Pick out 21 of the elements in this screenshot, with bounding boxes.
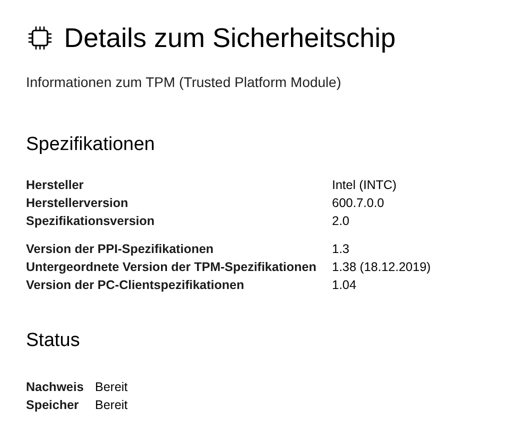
section-heading: Spezifikationen bbox=[26, 134, 156, 156]
spec-label: Herstellerversion bbox=[26, 195, 130, 212]
spec-value: 2.0 bbox=[332, 213, 350, 230]
spec-label: Spezifikationsversion bbox=[26, 213, 156, 230]
chip-icon bbox=[28, 26, 52, 50]
spec-value: 600.7.0.0 bbox=[332, 195, 386, 212]
status-value: Bereit bbox=[95, 379, 129, 396]
spec-label: Hersteller bbox=[26, 177, 85, 194]
spec-value: 1.04 bbox=[332, 277, 358, 294]
status-label: Nachweis bbox=[26, 379, 85, 396]
spec-value: Intel (INTC) bbox=[332, 177, 398, 194]
spec-value: 1.38 (18.12.2019) bbox=[332, 259, 432, 276]
page-title: Details zum Sicherheitschip bbox=[64, 22, 396, 54]
spec-label: Version der PPI-Spezifikationen bbox=[26, 241, 215, 258]
spec-label: Version der PC-Clientspezifikationen bbox=[26, 277, 246, 294]
page-subtitle: Informationen zum TPM (Trusted Platform Module) bbox=[26, 74, 342, 90]
status-value: Bereit bbox=[95, 397, 129, 414]
status-label: Speicher bbox=[26, 397, 80, 414]
spec-label: Untergeordnete Version der TPM-Spezifikationen bbox=[26, 259, 318, 276]
spec-value: 1.3 bbox=[332, 241, 350, 258]
section-heading: Status bbox=[26, 330, 81, 352]
